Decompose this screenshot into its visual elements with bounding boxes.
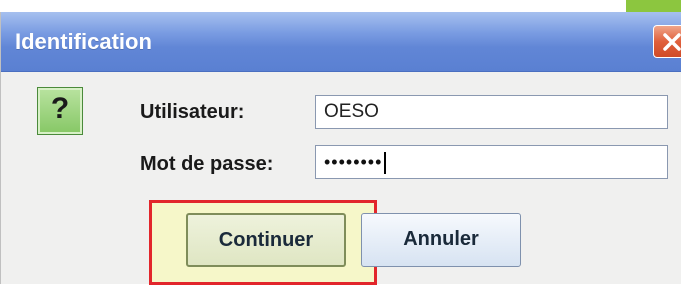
username-value: OESO — [324, 101, 379, 122]
text-caret — [384, 152, 387, 174]
question-mark-glyph: ? — [50, 92, 70, 125]
corner-accent-tab — [626, 0, 681, 12]
password-field[interactable]: •••••••• — [315, 145, 668, 179]
username-field[interactable]: OESO — [315, 95, 668, 129]
close-button[interactable] — [653, 25, 681, 58]
dialog-titlebar[interactable]: Identification — [1, 12, 681, 72]
dialog-title: Identification — [15, 29, 152, 54]
cancel-button[interactable]: Annuler — [361, 213, 521, 267]
username-label: Utilisateur: — [140, 101, 245, 123]
identification-dialog: Identification ? Utilisateur: OESO Mot d… — [0, 12, 681, 285]
question-mark-icon: ? — [37, 87, 83, 135]
password-label: Mot de passe: — [140, 153, 274, 175]
password-masked-value: •••••••• — [324, 152, 383, 173]
close-icon — [663, 33, 681, 51]
continue-button[interactable]: Continuer — [186, 213, 346, 267]
